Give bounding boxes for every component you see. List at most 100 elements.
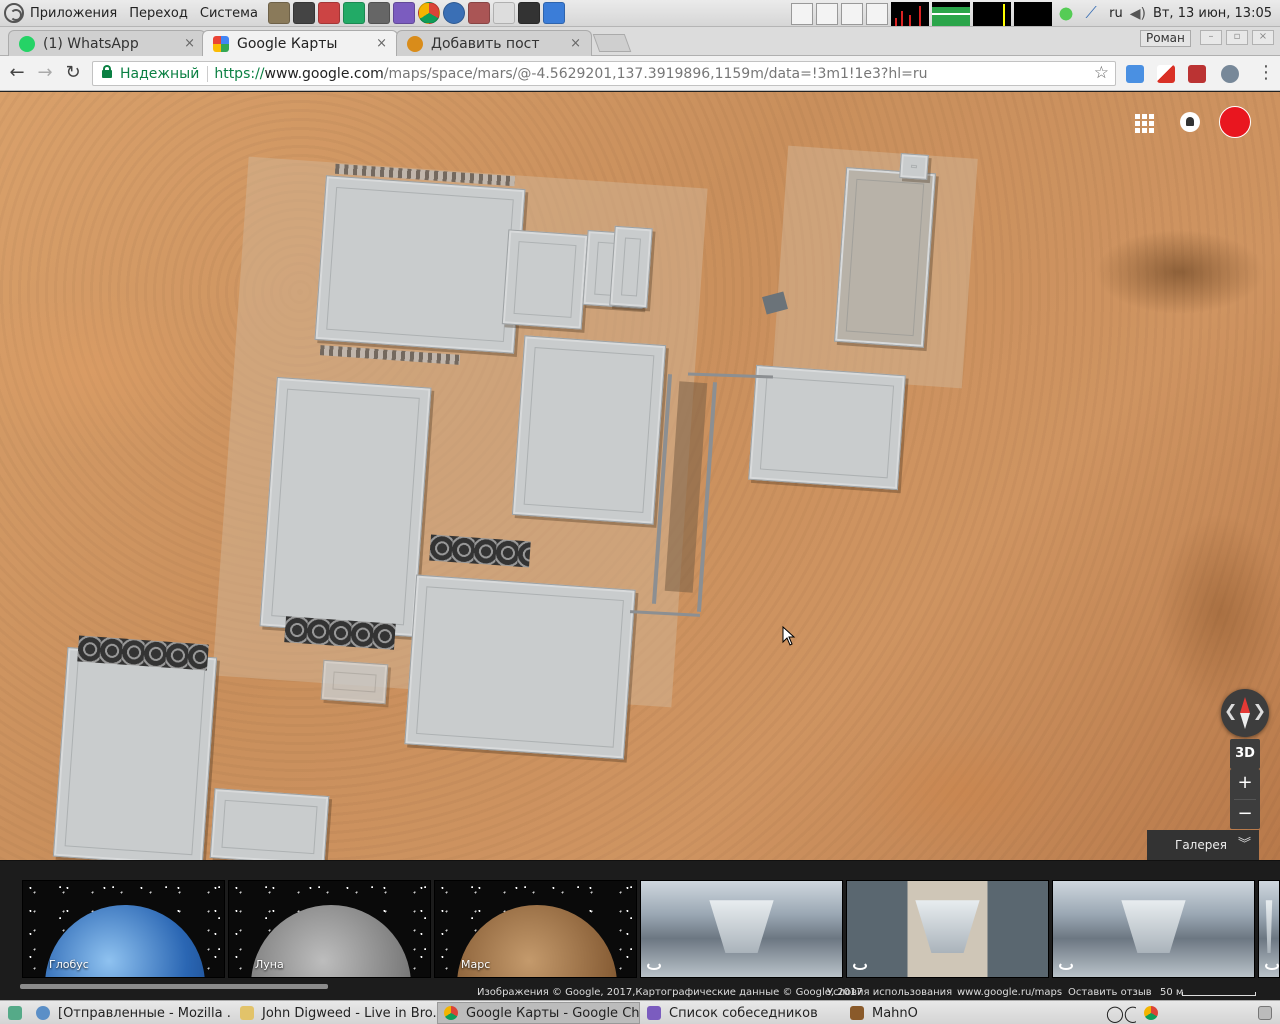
thunderbird-icon	[36, 1006, 50, 1020]
inkscape-icon[interactable]	[292, 2, 315, 24]
taskbar-item[interactable]: [Отправленные - Mozilla ...	[30, 1002, 232, 1024]
chrome-icon	[1144, 1006, 1158, 1020]
google-maps-icon	[213, 36, 229, 52]
minimize-icon[interactable]: –	[1200, 30, 1222, 45]
ubuntu-mate-logo-icon[interactable]	[4, 3, 24, 23]
building	[404, 574, 636, 760]
toggle-3d-button[interactable]: 3D	[1230, 739, 1260, 769]
activity-monitor-icon[interactable]	[542, 2, 565, 24]
site-link[interactable]: www.google.ru/maps	[957, 987, 1062, 998]
task-label: John Digweed - Live in Bro...	[262, 1005, 436, 1021]
maximize-icon[interactable]: ▫	[1226, 30, 1248, 45]
trash-icon[interactable]	[1252, 1002, 1278, 1024]
pidgin-icon[interactable]	[392, 2, 415, 24]
calculator-icon[interactable]	[367, 2, 390, 24]
close-tab-icon[interactable]: ×	[184, 36, 195, 51]
rotate-left-icon[interactable]: ❮	[1224, 701, 1237, 720]
back-icon[interactable]: ←	[6, 62, 28, 84]
camera-icon[interactable]	[492, 2, 515, 24]
cpu-graph	[891, 1, 930, 26]
notifications-bell-icon[interactable]	[1180, 112, 1200, 132]
gallery-toggle-button[interactable]: Галерея ︾	[1147, 830, 1259, 860]
workspace-2-icon[interactable]	[816, 2, 839, 25]
glasses-icon[interactable]: ◯◯	[1100, 1002, 1136, 1024]
google-apps-icon[interactable]	[1135, 114, 1155, 134]
close-tab-icon[interactable]: ×	[570, 36, 581, 51]
security-label[interactable]: Надежный	[120, 65, 209, 82]
building	[511, 335, 667, 525]
taskbar-item[interactable]: MahnO	[844, 1002, 1090, 1024]
chrome-tray-icon[interactable]	[1138, 1002, 1162, 1024]
thumb-mars[interactable]: Марс	[434, 880, 637, 978]
building	[259, 376, 432, 638]
menu-applications[interactable]: Приложения	[24, 6, 123, 21]
desktop-icon	[8, 1006, 22, 1020]
map-canvas[interactable]: ❮ ❯ 3D + − Галерея ︾	[0, 92, 1280, 860]
address-bar[interactable]: Надежный https://www.google.com/maps/spa…	[92, 61, 1116, 86]
system-monitor-icon[interactable]	[342, 2, 365, 24]
thumb-photosphere[interactable]	[846, 880, 1049, 978]
zoom-in-button[interactable]: +	[1230, 769, 1260, 799]
account-avatar[interactable]	[1219, 106, 1251, 138]
thumb-photosphere[interactable]	[1258, 880, 1280, 978]
menu-places[interactable]: Переход	[123, 6, 194, 21]
zoom-out-button[interactable]: −	[1230, 800, 1260, 830]
thumb-moon[interactable]: Луна	[228, 880, 431, 978]
launcher-bar	[267, 2, 565, 24]
browser-tab-strip: (1) WhatsApp × Google Карты × Добавить п…	[0, 27, 1280, 57]
close-tab-icon[interactable]: ×	[376, 36, 387, 51]
tab-whatsapp[interactable]: (1) WhatsApp ×	[8, 30, 206, 56]
rotate-right-icon[interactable]: ❯	[1253, 701, 1266, 720]
show-desktop-icon[interactable]	[2, 1002, 26, 1024]
forward-icon[interactable]: →	[34, 62, 56, 84]
media-recorder-icon[interactable]	[317, 2, 340, 24]
thumb-photosphere[interactable]	[640, 880, 843, 978]
chat-status-icon[interactable]	[1055, 2, 1078, 25]
thumb-photosphere[interactable]	[1052, 880, 1255, 978]
compass-control[interactable]: ❮ ❯	[1221, 689, 1269, 737]
app-icon	[850, 1006, 864, 1020]
network-icon[interactable]: ⟋	[1080, 3, 1102, 25]
building	[52, 647, 218, 860]
scale-label[interactable]: 50 м	[1160, 987, 1183, 998]
menu-system[interactable]: Система	[194, 6, 264, 21]
workspace-1-icon[interactable]	[791, 2, 814, 25]
workspace-4-icon[interactable]	[866, 2, 889, 25]
package-manager-icon[interactable]	[467, 2, 490, 24]
workspace-3-icon[interactable]	[841, 2, 864, 25]
clock[interactable]: Вт, 13 июн, 13:05	[1149, 6, 1280, 21]
taskbar-item[interactable]: John Digweed - Live in Bro...	[234, 1002, 436, 1024]
profile-button[interactable]: Роман	[1140, 30, 1191, 47]
tab-title: Google Карты	[237, 36, 338, 52]
task-label: [Отправленные - Mozilla ...	[58, 1005, 232, 1021]
keyboard-layout[interactable]: ru	[1105, 6, 1127, 21]
taskbar-item[interactable]: Список собеседников	[641, 1002, 843, 1024]
trash-glyph	[1258, 1006, 1272, 1020]
gmail-icon[interactable]	[1157, 65, 1175, 83]
close-window-icon[interactable]: ×	[1252, 30, 1274, 45]
reload-icon[interactable]: ↻	[62, 62, 84, 84]
browser-menu-icon[interactable]: ⋮	[1257, 62, 1275, 83]
url-scheme: https://	[214, 65, 265, 82]
thumb-globe[interactable]: Глобус	[22, 880, 225, 978]
volume-icon[interactable]: ◀)	[1130, 6, 1146, 22]
tab-add-post[interactable]: Добавить пост ×	[396, 30, 592, 56]
tab-google-maps[interactable]: Google Карты ×	[202, 30, 398, 57]
terms-link[interactable]: Условия использования	[827, 987, 952, 998]
extension-vpn-icon[interactable]	[1221, 65, 1239, 83]
url-text[interactable]: https://www.google.com/maps/space/mars/@…	[214, 66, 927, 82]
extension-translate-icon[interactable]	[1126, 65, 1144, 83]
task-label: Google Карты - Google Ch...	[466, 1005, 640, 1021]
extension-264-icon[interactable]	[1188, 65, 1206, 83]
thunderbird-icon[interactable]	[442, 2, 465, 24]
gimp-icon[interactable]	[267, 2, 290, 24]
taskbar-item-active[interactable]: Google Карты - Google Ch...	[437, 1002, 640, 1024]
chrome-icon[interactable]	[417, 2, 440, 24]
building	[314, 175, 526, 354]
feedback-link[interactable]: Оставить отзыв	[1068, 987, 1152, 998]
terminal-icon[interactable]	[517, 2, 540, 24]
new-tab-button[interactable]	[592, 34, 632, 52]
scale-bar[interactable]	[1182, 992, 1256, 996]
thumb-label: Марс	[461, 958, 491, 971]
bookmark-star-icon[interactable]: ☆	[1094, 63, 1109, 83]
